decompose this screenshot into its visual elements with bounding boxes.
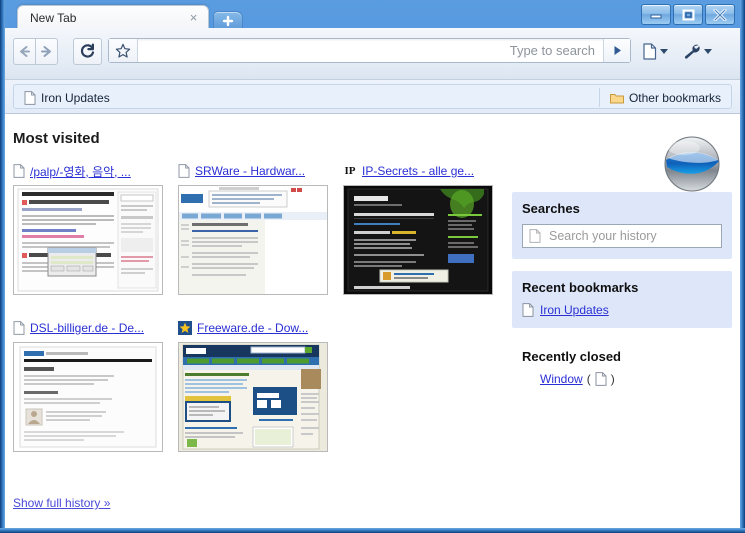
ntp-sidebar: Searches Recent bookmarks Iron Up [512,192,732,409]
recently-closed-window-link[interactable]: Window [540,372,583,386]
other-bookmarks-label: Other bookmarks [628,90,721,105]
bookmarks-bar-inner: Iron Updates Other bookmarks [13,84,732,109]
folder-icon [609,93,624,103]
thumbnail-preview-korean-forum [14,186,162,294]
star-icon [178,321,192,335]
tab-label: New Tab [30,11,77,25]
other-bookmarks-button[interactable]: Other bookmarks [598,88,726,107]
bookmark-label: Iron Updates [41,90,110,105]
thumbnail-title[interactable]: Freeware.de - Dow... [197,321,308,335]
ip-icon: IP [344,165,356,177]
close-paren: ) [610,372,615,386]
most-visited-heading: Most visited [13,130,100,147]
history-search-input[interactable] [547,228,715,244]
reload-button[interactable] [73,38,102,65]
bookmark-item-iron-updates[interactable]: Iron Updates [19,88,115,107]
thumbnail-image[interactable] [178,342,328,452]
address-bar[interactable]: Type to search [108,38,631,63]
browser-toolbar: Type to search [5,28,740,80]
recently-closed-title: Recently closed [522,349,621,364]
back-arrow-icon [20,46,30,57]
thumbnail-header: SRWare - Hardwar... [178,162,328,180]
wrench-icon [684,44,700,59]
window-border-right [740,0,745,533]
recent-bookmarks-title: Recent bookmarks [522,280,639,295]
page-icon [643,43,657,60]
omnibox-search-hint: Type to search [509,43,595,58]
searches-title: Searches [522,201,580,216]
thumbnail-cell[interactable]: DSL-billiger.de - De... [13,319,163,452]
thumbnail-cell[interactable]: IP IP-Secrets - alle ge... [343,162,493,295]
chevron-down-icon [704,49,712,54]
forward-arrow-icon [41,46,51,57]
recently-closed-item[interactable]: Window ( ) [522,372,722,386]
thumbnail-header: Freeware.de - Dow... [178,319,328,337]
reload-icon [80,43,95,58]
recent-bookmarks-panel: Recent bookmarks Iron Updates [512,271,732,328]
plus-icon [222,15,234,27]
recently-closed-panel: Recently closed Window ( ) [512,340,732,397]
thumbnail-preview-srware [179,186,327,294]
thumbnail-cell[interactable]: /palp/-영화, 음악, ... [13,162,163,295]
thumbnail-header: DSL-billiger.de - De... [13,319,163,337]
forward-button[interactable] [35,38,58,65]
tab-close-icon[interactable]: × [187,11,200,24]
back-button[interactable] [13,38,35,65]
star-icon [115,43,131,58]
thumbnail-cell[interactable]: Freeware.de - Dow... [178,319,328,452]
bookmark-star-button[interactable] [109,39,138,62]
thumbnail-image[interactable] [178,185,328,295]
show-full-history-link[interactable]: Show full history » [13,496,110,510]
browser-window: New Tab × Type to search Iron Updates Ot… [0,0,745,533]
thumbnail-cell[interactable]: SRWare - Hardwar... [178,162,328,295]
chevron-down-icon [660,49,668,54]
open-paren: ( [586,372,591,386]
thumbnail-title[interactable]: /palp/-영화, 음악, ... [30,163,131,180]
page-icon [13,164,25,178]
page-icon [24,90,36,105]
tab-new-tab[interactable]: New Tab × [17,5,209,30]
thumbnail-image[interactable] [13,342,163,452]
go-button[interactable] [603,39,630,62]
thumbnail-image[interactable] [343,185,493,295]
wrench-menu-button[interactable] [677,38,718,65]
window-border-bottom [0,528,745,533]
iron-logo [664,136,720,192]
recent-bookmark-label[interactable]: Iron Updates [540,303,609,317]
thumbnail-preview-dslbilliger [14,343,162,451]
navigation-buttons [13,38,58,65]
thumbnail-title[interactable]: DSL-billiger.de - De... [30,321,144,335]
bookmarks-bar: Iron Updates Other bookmarks [5,80,740,114]
thumbnail-header: IP IP-Secrets - alle ge... [343,162,493,180]
recent-bookmark-item[interactable]: Iron Updates [522,303,722,317]
thumbnail-title[interactable]: SRWare - Hardwar... [195,164,305,178]
thumbnail-title[interactable]: IP-Secrets - alle ge... [362,164,474,178]
new-tab-page: Most visited /palp/-영화, 음악, ... SRWare -… [5,114,740,528]
page-icon [595,372,607,386]
thumbnail-preview-ipsecrets [344,186,492,294]
go-arrow-icon [614,46,621,55]
address-input[interactable] [138,39,510,62]
page-icon [522,303,534,317]
searches-panel: Searches [512,192,732,259]
thumbnail-header: /palp/-영화, 음악, ... [13,162,163,180]
thumbnail-preview-freeware [179,343,327,451]
thumbnail-image[interactable] [13,185,163,295]
page-menu-button[interactable] [637,38,674,65]
tab-strip: New Tab × [5,0,740,31]
page-icon [529,229,541,243]
history-search-box[interactable] [522,224,722,248]
page-icon [178,164,190,178]
page-icon [13,321,25,335]
